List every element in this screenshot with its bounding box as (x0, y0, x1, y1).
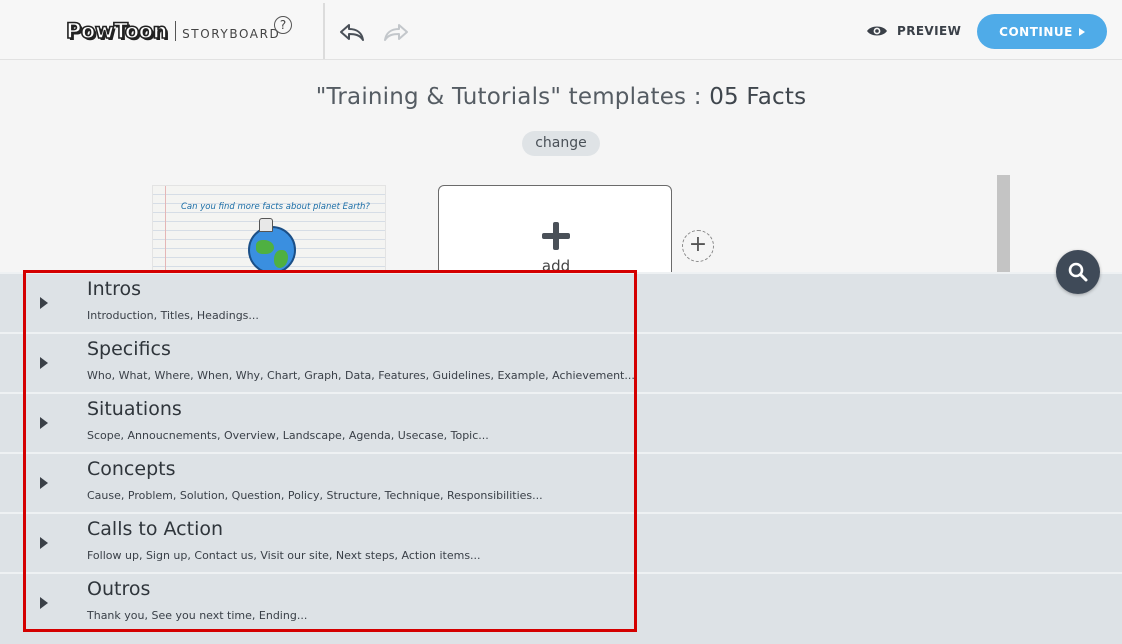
search-icon (1068, 262, 1088, 282)
preview-label: PREVIEW (897, 24, 962, 38)
rocket-illustration (259, 218, 273, 232)
globe-land (256, 240, 274, 254)
help-icon[interactable]: ? (274, 16, 292, 34)
plus-icon (540, 220, 572, 252)
change-template-button[interactable]: change (522, 131, 600, 156)
caret-right-icon (1078, 27, 1085, 36)
thumbnail-caption: Can you find more facts about planet Ear… (181, 202, 370, 212)
slide-thumbnail[interactable]: Can you find more facts about planet Ear… (152, 185, 386, 273)
redo-icon[interactable] (382, 20, 410, 44)
notebook-margin-line (165, 186, 166, 272)
top-bar: PowToon STORYBOARD ? PREVIEW CONTINUE (0, 0, 1122, 60)
highlight-annotation-box (23, 270, 637, 632)
continue-label: CONTINUE (999, 24, 1073, 39)
powtoon-logo[interactable]: PowToon STORYBOARD (65, 15, 281, 47)
preview-button[interactable]: PREVIEW (866, 20, 961, 42)
globe-illustration (248, 226, 296, 272)
page-title-prefix: "Training & Tutorials" templates : (315, 84, 710, 110)
undo-icon[interactable] (338, 20, 366, 44)
storyboard-scrollbar[interactable] (997, 175, 1010, 275)
logo-separator (175, 21, 177, 41)
logo-subtitle: STORYBOARD (182, 27, 281, 41)
continue-button[interactable]: CONTINUE (977, 14, 1107, 49)
toolbar-divider (323, 3, 325, 59)
page-title-template: 05 Facts (709, 84, 807, 110)
search-button[interactable] (1056, 250, 1100, 294)
eye-icon (867, 26, 887, 36)
globe-land (274, 250, 288, 268)
insert-slide-button[interactable]: + (682, 230, 714, 262)
logo-wordmark: PowToon (65, 18, 168, 44)
page-title: "Training & Tutorials" templates : 05 Fa… (0, 84, 1122, 110)
